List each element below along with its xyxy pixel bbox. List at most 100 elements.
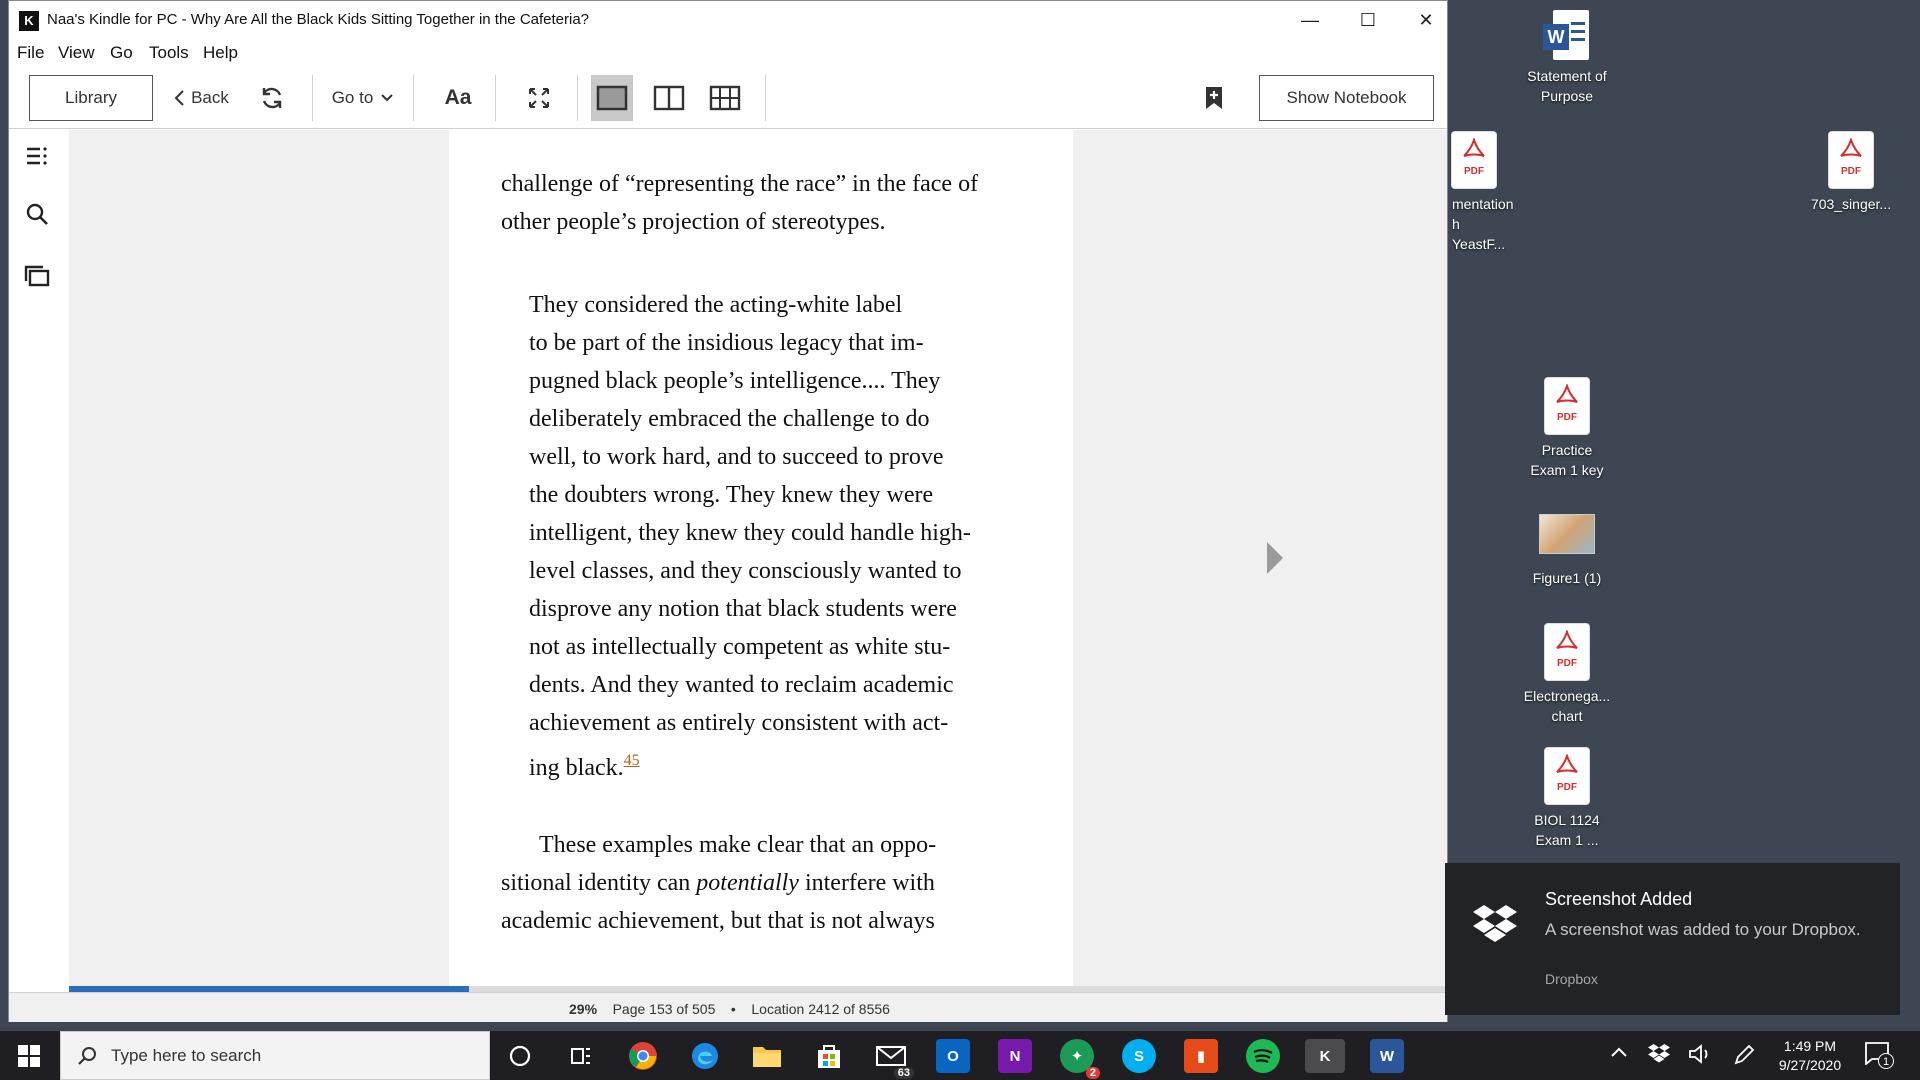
library-button[interactable]: Library (29, 75, 153, 121)
chrome-taskbar-button[interactable] (626, 1039, 660, 1073)
desktop-icon-statement-of-purpose[interactable]: W Statement of Purpose (1512, 10, 1622, 106)
text-line: level classes, and they consciously want… (529, 558, 962, 584)
menu-tools[interactable]: Tools (149, 43, 189, 63)
desktop-icon-figure1[interactable]: Figure1 (1) (1512, 506, 1622, 588)
go-to-label: Go to (331, 88, 374, 107)
show-notebook-button[interactable]: Show Notebook (1259, 75, 1434, 121)
clock[interactable]: 1:49 PM 9/27/2020 (1765, 1037, 1855, 1075)
pen-workspace-button[interactable] (1732, 1043, 1756, 1072)
text-line: well, to work hard, and to succeed to pr… (529, 444, 944, 470)
full-screen-button[interactable] (519, 75, 559, 121)
grid-view-button[interactable] (705, 75, 745, 121)
desktop-icon-703-singer[interactable]: PDF 703_singer... (1796, 132, 1906, 214)
dropbox-notification[interactable]: Screenshot Added A screenshot was added … (1445, 863, 1900, 1015)
book-page: challenge of “representing the race” in … (449, 130, 1073, 986)
speaker-icon (1689, 1044, 1708, 1064)
close-button[interactable]: ✕ (1397, 1, 1455, 39)
search-button[interactable] (23, 200, 51, 228)
text-line: dents. And they wanted to reclaim academ… (529, 672, 954, 698)
desktop-icon-label: Purpose (1540, 88, 1594, 104)
onenote-icon: N (1009, 1047, 1021, 1065)
volume-button[interactable] (1688, 1043, 1712, 1070)
start-button[interactable] (18, 1045, 40, 1072)
dropbox-tray-button[interactable] (1648, 1043, 1670, 1068)
text-line: disprove any notion that black students … (529, 596, 957, 622)
task-view-button[interactable] (503, 1039, 537, 1073)
add-bookmark-button[interactable] (1199, 75, 1229, 121)
maximize-button[interactable]: ☐ (1339, 1, 1397, 39)
text-line: These examples make clear that an oppo- (539, 832, 937, 858)
show-hidden-icons-button[interactable] (1610, 1045, 1628, 1064)
reading-area[interactable]: challenge of “representing the race” in … (69, 130, 1447, 992)
edge-taskbar-button[interactable] (688, 1039, 722, 1073)
text-line: deliberately embraced the challenge to d… (529, 406, 930, 432)
skype-taskbar-button[interactable]: S (1122, 1039, 1156, 1073)
notification-message: A screenshot was added to your Dropbox. (1545, 920, 1861, 939)
footnote-link[interactable]: 45 (624, 752, 640, 769)
single-page-view-button[interactable] (591, 75, 633, 121)
word-icon: W (1379, 1047, 1395, 1065)
font-settings-button[interactable]: Aa (433, 75, 483, 121)
block-quote: They considered the acting-white label t… (529, 286, 971, 781)
chrome-icon (629, 1042, 657, 1070)
kindle-taskbar-button[interactable]: K (1305, 1039, 1345, 1073)
menu-view[interactable]: View (58, 43, 95, 63)
action-center-button[interactable]: 1 (1864, 1041, 1894, 1071)
onenote-taskbar-button[interactable]: N (998, 1039, 1032, 1073)
single-page-icon (596, 85, 628, 111)
menu-go[interactable]: Go (110, 43, 133, 63)
mail-taskbar-button[interactable]: 63 (874, 1039, 914, 1079)
kindle-window: K Naa's Kindle for PC - Why Are All the … (8, 0, 1448, 1022)
two-page-icon (653, 85, 685, 111)
office-taskbar-button[interactable]: ▮ (1184, 1039, 1218, 1073)
taskbar: Type here to search 63 O N ✦ 2 S ▮ K W 1… (0, 1031, 1920, 1080)
pdf-file-icon: PDF (1452, 132, 1496, 188)
text-line: intelligent, they knew they could handle… (529, 520, 971, 546)
word-taskbar-button[interactable]: W (1370, 1039, 1404, 1073)
go-to-button[interactable]: Go to (325, 75, 401, 121)
menu-help[interactable]: Help (203, 43, 238, 63)
toolbar-separator (312, 75, 313, 121)
alert-badge: 2 (1085, 1067, 1100, 1079)
desktop-icon-practice-exam[interactable]: PDF Practice Exam 1 key (1512, 378, 1622, 480)
file-explorer-taskbar-button[interactable] (750, 1039, 784, 1073)
table-of-contents-button[interactable] (23, 142, 51, 170)
menu-bar: File View Go Tools Help (9, 39, 1447, 67)
kindle-app-icon: K (19, 11, 39, 31)
title-bar: K Naa's Kindle for PC - Why Are All the … (9, 1, 1447, 39)
clock-time: 1:49 PM (1783, 1038, 1837, 1054)
next-page-arrow-icon[interactable] (1267, 542, 1283, 574)
store-icon (818, 1045, 840, 1068)
book-paragraph: challenge of “representing the race” in … (501, 165, 978, 241)
toolbar-separator (413, 75, 414, 121)
task-switch-button[interactable] (564, 1039, 598, 1073)
edge-icon (692, 1043, 718, 1069)
pdf-file-icon: PDF (1545, 378, 1589, 434)
sync-button[interactable] (255, 75, 289, 121)
outlook-taskbar-button[interactable]: O (936, 1039, 970, 1073)
clock-date: 9/27/2020 (1778, 1057, 1842, 1073)
notification-title: Screenshot Added (1545, 889, 1693, 909)
kindle-icon: K (1319, 1047, 1331, 1065)
taskbar-search-box[interactable]: Type here to search (60, 1031, 490, 1080)
desktop-icon-biol-exam[interactable]: PDF BIOL 1124 Exam 1 ... (1512, 748, 1622, 850)
desktop-icon-label: Statement of (1527, 68, 1607, 84)
image-file-icon (1539, 514, 1595, 554)
search-icon (78, 1046, 96, 1065)
minimize-button[interactable]: — (1281, 1, 1339, 39)
flashcards-button[interactable] (23, 262, 51, 290)
two-page-view-button[interactable] (649, 75, 689, 121)
desktop-icon-label: Figure1 (1) (1532, 570, 1602, 586)
app-alert-taskbar-button[interactable]: ✦ 2 (1060, 1039, 1100, 1079)
store-taskbar-button[interactable] (812, 1039, 846, 1073)
desktop-icon-electronegativity[interactable]: PDF Electronega... chart (1512, 624, 1622, 726)
toolbar-separator (495, 75, 496, 121)
spotify-icon (1253, 1049, 1273, 1064)
spotify-taskbar-button[interactable] (1246, 1039, 1280, 1073)
back-button[interactable]: Back (169, 75, 233, 121)
bookmark-add-icon (1206, 87, 1222, 109)
desktop-icon-label: Practice (1541, 442, 1593, 458)
text-line: the doubters wrong. They knew they were (529, 482, 934, 508)
menu-file[interactable]: File (17, 43, 44, 63)
window-title: Naa's Kindle for PC - Why Are All the Bl… (47, 11, 590, 28)
